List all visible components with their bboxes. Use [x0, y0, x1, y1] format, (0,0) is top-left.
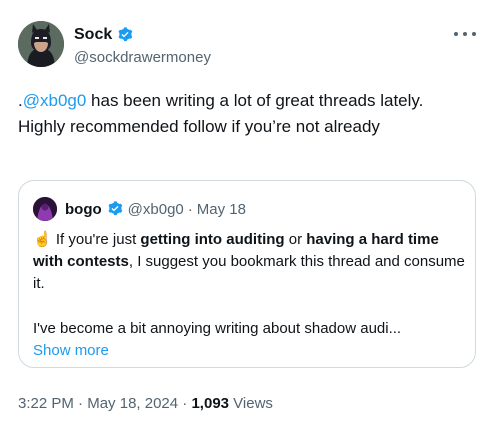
tweet-header: Sock @sockdrawermoney [18, 21, 478, 71]
quoted-date[interactable]: May 18 [197, 201, 246, 218]
quoted-text-seg1: If you're just [51, 231, 141, 248]
quoted-tweet[interactable]: bogo @xb0g0 · May 18 ☝️ If you're just g… [18, 180, 476, 368]
quoted-text: ☝️ If you're just getting into auditing … [33, 229, 467, 295]
author-info: Sock @sockdrawermoney [74, 24, 211, 66]
tweet-time[interactable]: 3:22 PM [18, 395, 74, 412]
separator-dot: · [178, 395, 192, 412]
author-display-name[interactable]: Sock [74, 26, 112, 44]
quoted-handle[interactable]: @xb0g0 [128, 201, 184, 218]
quoted-header: bogo @xb0g0 · May 18 [33, 197, 246, 221]
tweet-date[interactable]: May 18, 2024 [87, 395, 178, 412]
verified-badge-icon[interactable] [106, 200, 124, 218]
views-label: Views [229, 395, 273, 412]
tweet-text: .@xb0g0 has been writing a lot of great … [18, 88, 473, 140]
show-more-link[interactable]: Show more [33, 340, 109, 362]
tweet-meta: 3:22 PM · May 18, 2024 · 1,093 Views [18, 395, 273, 412]
quoted-text-bold1: getting into auditing [140, 231, 285, 248]
separator-dot: · [187, 200, 193, 218]
avatar[interactable] [18, 21, 64, 67]
pointing-up-emoji: ☝️ [33, 231, 52, 248]
more-dots-icon[interactable] [454, 27, 476, 41]
author-handle[interactable]: @sockdrawermoney [74, 49, 211, 66]
quoted-avatar[interactable] [33, 197, 57, 221]
separator-dot: · [73, 395, 88, 412]
views-count: 1,093 [191, 395, 230, 412]
mention-link[interactable]: @xb0g0 [23, 91, 87, 110]
quoted-text-para2: I've become a bit annoying writing about… [33, 320, 402, 337]
quoted-display-name[interactable]: bogo [65, 201, 102, 218]
verified-badge-icon[interactable] [116, 26, 134, 44]
quoted-text-seg3: or [284, 231, 307, 248]
